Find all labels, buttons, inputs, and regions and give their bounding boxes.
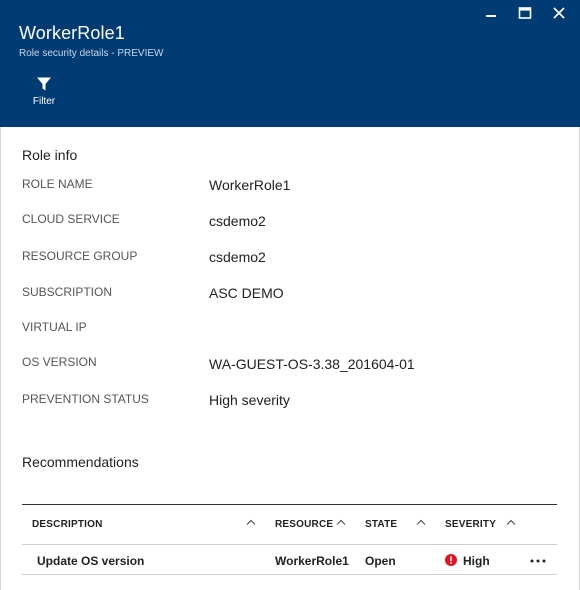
table-row-divider xyxy=(22,574,557,575)
filter-label: Filter xyxy=(32,96,56,107)
window-controls xyxy=(474,3,576,23)
chevron-up-icon xyxy=(246,519,256,525)
prevention-status-label: PREVENTION STATUS xyxy=(22,392,149,406)
row-severity: High xyxy=(463,554,490,568)
chevron-up-icon xyxy=(336,519,346,525)
more-options-button[interactable] xyxy=(527,554,549,568)
sort-description-button[interactable] xyxy=(244,515,258,529)
os-version-label: OS VERSION xyxy=(22,355,97,369)
sort-severity-button[interactable] xyxy=(504,515,518,529)
minimize-icon xyxy=(486,15,496,17)
blade-header: WorkerRole1 Role security details - PREV… xyxy=(0,0,580,127)
row-resource: WorkerRole1 xyxy=(275,554,349,568)
role-name-value: WorkerRole1 xyxy=(209,177,291,193)
column-header-description[interactable]: DESCRIPTION xyxy=(32,519,103,530)
maximize-button[interactable] xyxy=(508,3,542,23)
resource-group-value: csdemo2 xyxy=(209,249,266,265)
prevention-status-value: High severity xyxy=(209,392,290,408)
subscription-value: ASC DEMO xyxy=(209,285,284,301)
row-description[interactable]: Update OS version xyxy=(37,554,144,568)
close-icon xyxy=(553,7,565,19)
high-severity-icon xyxy=(445,554,457,566)
sort-resource-button[interactable] xyxy=(334,515,348,529)
row-state: Open xyxy=(365,554,396,568)
chevron-up-icon xyxy=(506,519,516,525)
sort-state-button[interactable] xyxy=(414,515,428,529)
cloud-service-label: CLOUD SERVICE xyxy=(22,212,120,226)
resource-group-label: RESOURCE GROUP xyxy=(22,249,138,263)
blade-title: WorkerRole1 xyxy=(19,23,125,43)
recommendations-title: Recommendations xyxy=(22,454,139,470)
filter-button[interactable]: Filter xyxy=(28,76,60,112)
minimize-button[interactable] xyxy=(474,3,508,23)
close-button[interactable] xyxy=(542,3,576,23)
chevron-up-icon xyxy=(416,519,426,525)
role-info-title: Role info xyxy=(22,147,78,163)
filter-icon xyxy=(37,77,51,91)
cloud-service-value: csdemo2 xyxy=(209,213,266,229)
more-icon xyxy=(530,559,546,563)
subscription-label: SUBSCRIPTION xyxy=(22,285,113,299)
column-header-resource[interactable]: RESOURCE xyxy=(275,519,333,530)
column-header-state[interactable]: STATE xyxy=(365,519,397,530)
role-name-label: ROLE NAME xyxy=(22,177,93,191)
maximize-icon xyxy=(518,7,532,19)
table-top-divider xyxy=(22,504,557,505)
blade-subtitle: Role security details - PREVIEW xyxy=(19,48,164,59)
column-header-severity[interactable]: SEVERITY xyxy=(445,519,496,530)
os-version-value: WA-GUEST-OS-3.38_201604-01 xyxy=(209,356,415,372)
virtual-ip-label: VIRTUAL IP xyxy=(22,320,87,334)
blade-content: Role info ROLE NAME WorkerRole1 CLOUD SE… xyxy=(0,127,580,590)
